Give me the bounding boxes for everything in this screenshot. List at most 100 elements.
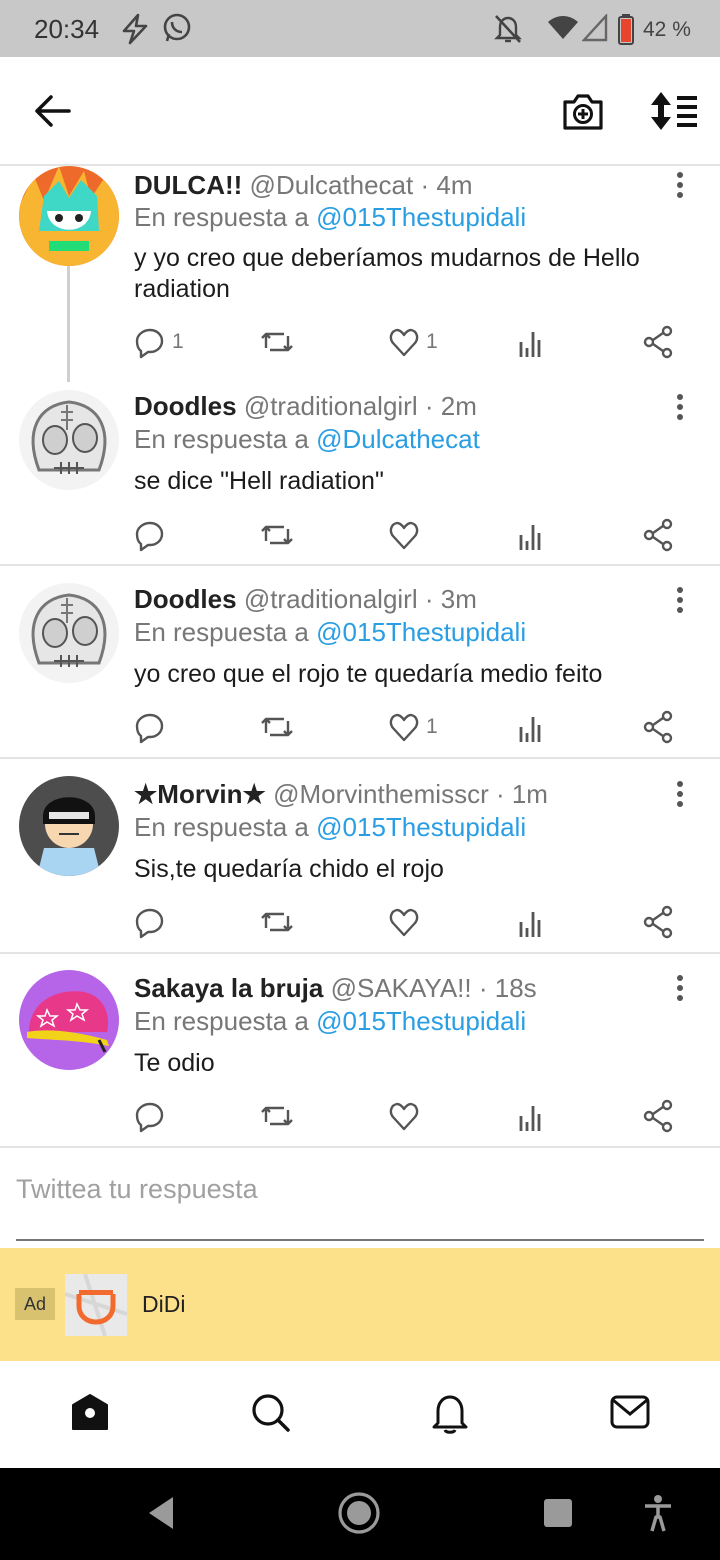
share-icon[interactable] bbox=[643, 902, 673, 942]
share-icon[interactable] bbox=[643, 515, 673, 555]
more-options-icon[interactable] bbox=[670, 392, 690, 422]
search-icon[interactable] bbox=[250, 1392, 292, 1434]
compose-underline bbox=[16, 1239, 704, 1241]
share-icon[interactable] bbox=[643, 322, 673, 362]
analytics-icon[interactable] bbox=[518, 515, 544, 555]
mute-icon bbox=[494, 15, 522, 43]
reply-icon[interactable] bbox=[135, 1096, 165, 1136]
tweet-text: se dice "Hell radiation" bbox=[134, 467, 384, 495]
reply-prefix: En respuesta a bbox=[134, 617, 309, 647]
didi-logo-icon bbox=[65, 1274, 127, 1336]
tweet-actions bbox=[0, 1096, 720, 1136]
like-icon[interactable] bbox=[389, 1096, 419, 1136]
tweet-actions: 1 bbox=[0, 707, 720, 747]
battery-icon bbox=[618, 14, 634, 45]
notifications-icon[interactable] bbox=[430, 1391, 470, 1435]
share-icon[interactable] bbox=[643, 1096, 673, 1136]
nav-home-icon[interactable] bbox=[336, 1490, 382, 1536]
tweet-header: Doodles @traditionalgirl · 3m bbox=[134, 584, 477, 615]
retweet-icon[interactable] bbox=[260, 1096, 294, 1136]
tweet-time: · 18s bbox=[478, 973, 537, 1003]
like-icon[interactable] bbox=[389, 322, 419, 362]
reply-context: En respuesta a @015Thestupidali bbox=[134, 1006, 526, 1037]
retweet-icon[interactable] bbox=[260, 902, 294, 942]
reply-context: En respuesta a @Dulcathecat bbox=[134, 424, 480, 455]
reply-to-link[interactable]: @015Thestupidali bbox=[316, 202, 526, 232]
status-time: 20:34 bbox=[34, 14, 100, 44]
tweet-time: · 4m bbox=[420, 170, 473, 200]
tweet-item[interactable]: ★Morvin★ @Morvinthemisscr · 1m En respue… bbox=[0, 759, 720, 954]
like-count: 1 bbox=[426, 330, 438, 353]
nav-recents-icon[interactable] bbox=[542, 1497, 574, 1529]
reply-icon[interactable] bbox=[135, 515, 165, 555]
tweet-header: Sakaya la bruja @SAKAYA!! · 18s bbox=[134, 973, 537, 1004]
reply-context: En respuesta a @015Thestupidali bbox=[134, 812, 526, 843]
avatar[interactable] bbox=[19, 970, 119, 1070]
accessibility-icon[interactable] bbox=[641, 1493, 675, 1533]
avatar[interactable] bbox=[19, 166, 119, 266]
reply-prefix: En respuesta a bbox=[134, 812, 309, 842]
more-options-icon[interactable] bbox=[670, 779, 690, 809]
tweet-actions bbox=[0, 902, 720, 942]
retweet-icon[interactable] bbox=[260, 707, 294, 747]
more-options-icon[interactable] bbox=[670, 170, 690, 200]
wifi-icon bbox=[548, 16, 578, 39]
tweet-item[interactable]: Doodles @traditionalgirl · 2m En respues… bbox=[0, 382, 720, 566]
tweet-header: ★Morvin★ @Morvinthemisscr · 1m bbox=[134, 779, 548, 810]
author-handle: @traditionalgirl bbox=[243, 584, 418, 614]
retweet-icon[interactable] bbox=[260, 322, 294, 362]
author-name[interactable]: ★Morvin★ bbox=[134, 779, 266, 809]
tweet-time: · 2m bbox=[424, 391, 477, 421]
like-icon[interactable] bbox=[389, 902, 419, 942]
more-options-icon[interactable] bbox=[670, 973, 690, 1003]
reply-context: En respuesta a @015Thestupidali bbox=[134, 617, 526, 648]
home-icon[interactable] bbox=[69, 1391, 111, 1433]
back-arrow-icon[interactable] bbox=[33, 93, 73, 129]
tweet-item[interactable]: DULCA!! @Dulcathecat · 4m En respuesta a… bbox=[0, 164, 720, 382]
like-icon[interactable] bbox=[389, 707, 419, 747]
tweet-text: Sis,te quedaría chido el rojo bbox=[134, 855, 444, 883]
reply-prefix: En respuesta a bbox=[134, 424, 309, 454]
author-handle: @Morvinthemisscr bbox=[273, 779, 489, 809]
like-icon[interactable] bbox=[389, 515, 419, 555]
author-name[interactable]: DULCA!! bbox=[134, 170, 242, 200]
tweet-text: y yo creo que deberíamos mudarnos de Hel… bbox=[134, 244, 640, 303]
reply-to-link[interactable]: @015Thestupidali bbox=[316, 1006, 526, 1036]
reply-icon[interactable] bbox=[135, 322, 165, 362]
tweet-item[interactable]: Sakaya la bruja @SAKAYA!! · 18s En respu… bbox=[0, 954, 720, 1148]
sort-icon[interactable] bbox=[648, 90, 700, 132]
system-nav-bar bbox=[0, 1468, 720, 1560]
analytics-icon[interactable] bbox=[518, 707, 544, 747]
add-camera-icon[interactable] bbox=[561, 90, 605, 132]
reply-to-link[interactable]: @015Thestupidali bbox=[316, 617, 526, 647]
like-count: 1 bbox=[426, 715, 438, 738]
reply-context: En respuesta a @015Thestupidali bbox=[134, 202, 526, 233]
avatar[interactable] bbox=[19, 776, 119, 876]
reply-icon[interactable] bbox=[135, 707, 165, 747]
author-name[interactable]: Doodles bbox=[134, 584, 237, 614]
avatar[interactable] bbox=[19, 583, 119, 683]
nav-back-icon[interactable] bbox=[145, 1495, 177, 1531]
share-icon[interactable] bbox=[643, 707, 673, 747]
reply-compose-input[interactable]: Twittea tu respuesta bbox=[16, 1174, 258, 1205]
reply-icon[interactable] bbox=[135, 902, 165, 942]
tweet-item[interactable]: Doodles @traditionalgirl · 3m En respues… bbox=[0, 566, 720, 759]
analytics-icon[interactable] bbox=[518, 1096, 544, 1136]
reply-prefix: En respuesta a bbox=[134, 1006, 309, 1036]
author-name[interactable]: Sakaya la bruja bbox=[134, 973, 323, 1003]
tweet-actions: 1 1 bbox=[0, 322, 720, 362]
flash-icon bbox=[122, 13, 148, 45]
ad-banner[interactable]: Ad DiDi bbox=[0, 1248, 720, 1361]
status-bar: 20:34 42 % bbox=[0, 0, 720, 57]
more-options-icon[interactable] bbox=[670, 585, 690, 615]
reply-to-link[interactable]: @015Thestupidali bbox=[316, 812, 526, 842]
analytics-icon[interactable] bbox=[518, 902, 544, 942]
analytics-icon[interactable] bbox=[518, 322, 544, 362]
messages-icon[interactable] bbox=[609, 1394, 651, 1430]
reply-to-link[interactable]: @Dulcathecat bbox=[316, 424, 480, 454]
ad-tag: Ad bbox=[15, 1288, 55, 1320]
avatar[interactable] bbox=[19, 390, 119, 490]
author-name[interactable]: Doodles bbox=[134, 391, 237, 421]
retweet-icon[interactable] bbox=[260, 515, 294, 555]
bottom-tab-bar bbox=[0, 1361, 720, 1468]
